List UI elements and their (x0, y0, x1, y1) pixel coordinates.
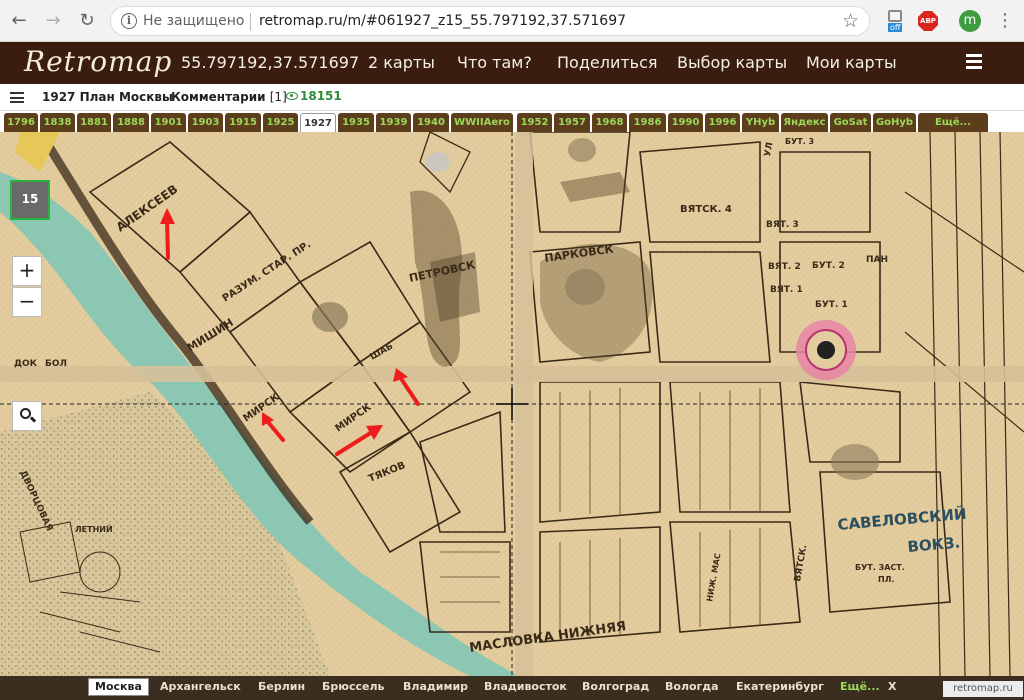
city-link-0[interactable]: Москва (88, 678, 149, 696)
forward-icon[interactable]: → (42, 10, 64, 32)
map-label-vyat3: ВЯТ. 3 (766, 220, 799, 230)
year-tab-19[interactable]: YHyb (742, 113, 779, 132)
year-tab-4[interactable]: 1901 (151, 113, 186, 132)
nav-my-maps[interactable]: Мои карты (806, 53, 897, 72)
map-label-but3: БУТ. 3 (785, 137, 814, 146)
map-search-button[interactable] (12, 401, 42, 431)
comments-label: Комментарии (171, 90, 266, 104)
city-link-9[interactable]: Ещё... (840, 680, 880, 693)
divider (250, 13, 251, 31)
retromap-logo[interactable]: Retromap (24, 45, 172, 78)
historic-map: АЛЕКСЕЕВ РАЗУМ. СТАР. ПР. МИШИН ПЕТРОВСК… (0, 132, 1024, 676)
view-count-value: 18151 (300, 89, 342, 103)
year-tab-9[interactable]: 1935 (338, 113, 374, 132)
view-count: 18151 (286, 89, 342, 103)
back-icon[interactable]: ← (8, 10, 30, 32)
year-tabs: 1796 1838 1881 1888 1901 1903 1915 1925 1927 1935… (0, 111, 1024, 132)
reload-icon[interactable]: ↻ (76, 10, 98, 32)
site-header: Retromap 55.797192,37.571697 2 карты Что… (0, 42, 1024, 84)
zoom-in-button[interactable]: + (12, 256, 42, 286)
extension-lock-icon[interactable]: off (884, 8, 908, 34)
comments-count: [1] (269, 90, 287, 104)
year-tab-16[interactable]: 1986 (629, 113, 666, 132)
year-tab-17[interactable]: 1990 (668, 113, 703, 132)
city-link-8[interactable]: Екатеринбург (736, 680, 824, 693)
map-label-vyat2: ВЯТ. 2 (768, 262, 801, 272)
bookmark-star-icon[interactable]: ☆ (842, 10, 859, 32)
nav-what-there[interactable]: Что там? (457, 53, 532, 72)
city-link-4[interactable]: Владимир (403, 680, 468, 693)
year-tab-12[interactable]: WWIIAero (451, 113, 513, 132)
map-label-but-zast: БУТ. ЗАСТ. (855, 563, 905, 572)
city-bar-close-button[interactable]: X (888, 680, 896, 693)
year-tab-0[interactable]: 1796 (4, 113, 38, 132)
year-tab-23[interactable]: Ещё... (918, 113, 988, 132)
nav-choose-map[interactable]: Выбор карты (677, 53, 787, 72)
year-tab-20[interactable]: Яндекс (781, 113, 828, 132)
year-tab-7[interactable]: 1925 (263, 113, 298, 132)
city-link-6[interactable]: Волгоград (582, 680, 649, 693)
extension-badge: off (888, 23, 903, 32)
year-tab-22[interactable]: GoHyb (873, 113, 916, 132)
city-bar: X Москва Архангельск Берлин Брюссель Владими… (0, 676, 1024, 700)
city-link-2[interactable]: Берлин (258, 680, 305, 693)
zoom-level-indicator: 15 (10, 180, 50, 220)
map-label-bol: БОЛ (45, 359, 67, 369)
url-text[interactable]: retromap.ru/m/#061927_z15_55.797192,37.5… (259, 13, 626, 29)
coords-link[interactable]: 55.797192,37.571697 (181, 53, 359, 72)
zoom-out-button[interactable]: − (12, 287, 42, 317)
map-info-bar: 1927 План Москвы Комментарии [1] 18151 (0, 84, 1024, 111)
security-status: Не защищено (143, 13, 245, 29)
map-label-vyat1: ВЯТ. 1 (770, 285, 803, 295)
year-tab-21[interactable]: GoSat (830, 113, 871, 132)
map-title: 1927 План Москвы (42, 90, 173, 104)
map-label-but2: БУТ. 2 (812, 261, 845, 271)
layers-menu-icon[interactable] (10, 92, 24, 103)
nav-two-maps[interactable]: 2 карты (368, 53, 435, 72)
map-label-letnii: ЛЕТНИЙ (75, 523, 113, 534)
info-icon[interactable]: i (121, 13, 137, 29)
profile-avatar[interactable]: m (959, 10, 981, 32)
year-tab-11[interactable]: 1940 (413, 113, 449, 132)
map-label-pan: ПАН (866, 255, 888, 265)
map-label-pl: ПЛ. (878, 575, 894, 584)
watermark: retromap.ru (943, 681, 1023, 697)
browser-toolbar: ← → ↻ i Не защищено retromap.ru/m/#06192… (0, 0, 1024, 42)
adblock-icon[interactable]: ABP (918, 11, 938, 31)
year-tab-15[interactable]: 1968 (592, 113, 627, 132)
year-tab-1[interactable]: 1838 (40, 113, 75, 132)
year-tab-14[interactable]: 1957 (554, 113, 590, 132)
city-link-3[interactable]: Брюссель (322, 680, 384, 693)
nav-share[interactable]: Поделиться (557, 53, 658, 72)
year-tab-3[interactable]: 1888 (113, 113, 149, 132)
comments-link[interactable]: Комментарии [1] (171, 90, 287, 104)
year-tab-18[interactable]: 1996 (705, 113, 740, 132)
eye-icon (286, 92, 298, 100)
city-link-1[interactable]: Архангельск (160, 680, 241, 693)
address-bar[interactable]: i Не защищено retromap.ru/m/#061927_z15_… (110, 6, 870, 36)
year-tab-6[interactable]: 1915 (225, 113, 261, 132)
map-viewport[interactable]: АЛЕКСЕЕВ РАЗУМ. СТАР. ПР. МИШИН ПЕТРОВСК… (0, 132, 1024, 676)
year-tab-8[interactable]: 1927 (300, 113, 336, 132)
map-label-vyatsk4: ВЯТСК. 4 (680, 204, 732, 215)
year-tab-2[interactable]: 1881 (77, 113, 111, 132)
year-tab-13[interactable]: 1952 (517, 113, 552, 132)
browser-menu-icon[interactable]: ⋮ (996, 10, 1014, 31)
map-label-dok: ДОК (14, 359, 38, 369)
year-tab-10[interactable]: 1939 (376, 113, 411, 132)
main-menu-icon[interactable] (966, 54, 982, 69)
city-link-5[interactable]: Владивосток (484, 680, 567, 693)
city-link-7[interactable]: Вологда (665, 680, 719, 693)
year-tab-5[interactable]: 1903 (188, 113, 223, 132)
map-label-but1: БУТ. 1 (815, 300, 848, 310)
